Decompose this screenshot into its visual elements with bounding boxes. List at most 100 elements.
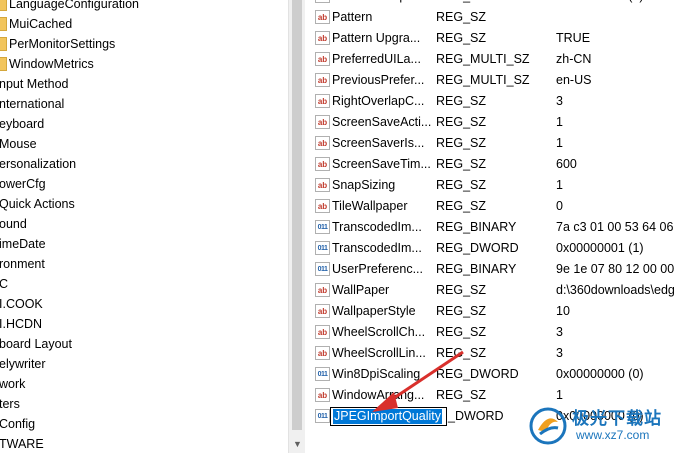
- string-value-icon: ab: [315, 94, 330, 108]
- value-name: WheelScrollLin...: [332, 346, 426, 360]
- rename-value-input[interactable]: JPEGImportQuality: [330, 407, 447, 426]
- value-name: UserPreferenc...: [332, 262, 424, 276]
- registry-value-row[interactable]: ab WallPaper REG_SZ d:\360downloads\edg: [305, 280, 681, 301]
- tree-item-label: I.HCDN: [0, 317, 43, 331]
- value-data: 3: [556, 325, 563, 339]
- value-name: ScreenSaverIs...: [332, 136, 425, 150]
- rename-value-selected-text: JPEGImportQuality: [333, 409, 442, 424]
- value-type: REG_SZ: [436, 199, 487, 213]
- registry-value-row[interactable]: ab WheelScrollCh... REG_SZ 3: [305, 322, 681, 343]
- registry-value-row[interactable]: ab ScreenSaverIs... REG_SZ 1: [305, 133, 681, 154]
- watermark-title: 极光下载站: [572, 409, 662, 428]
- tree-item-label: elywriter: [0, 357, 46, 371]
- value-name: TranscodedIm...: [332, 220, 422, 234]
- binary-value-icon: 011: [315, 241, 330, 255]
- tree-item-label: eyboard: [0, 117, 45, 131]
- registry-value-row[interactable]: ab PreferredUILa... REG_MULTI_SZ zh-CN: [305, 49, 681, 70]
- value-name: PreviousPrefer...: [332, 73, 425, 87]
- registry-value-row[interactable]: ab ScreenSaveActi... REG_SZ 1: [305, 112, 681, 133]
- string-value-icon: ab: [315, 325, 330, 339]
- tree-item-label: owerCfg: [0, 177, 46, 191]
- registry-value-row[interactable]: 011 Win8DpiScaling REG_DWORD 0x00000000 (0): [305, 364, 681, 385]
- string-value-icon: ab: [315, 136, 330, 150]
- registry-value-row[interactable]: ab ScreenSaveTim... REG_SZ 600: [305, 154, 681, 175]
- value-name: TranscodedIm...: [332, 241, 422, 255]
- value-name: Pattern Upgra...: [332, 31, 421, 45]
- value-data: 1: [556, 178, 563, 192]
- value-type: REG_DWORD: [436, 241, 519, 255]
- registry-value-row[interactable]: 011 UserPreferenc... REG_BINARY 9e 1e 07 80…: [305, 259, 681, 280]
- value-type: REG_SZ: [436, 388, 487, 402]
- value-name: SnapSizing: [332, 178, 396, 192]
- value-data: 10: [556, 304, 570, 318]
- value-data: 1: [556, 136, 563, 150]
- tree-scrollbar[interactable]: ▼: [288, 0, 305, 453]
- registry-value-row[interactable]: ab PreviousPrefer... REG_MULTI_SZ en-US: [305, 70, 681, 91]
- registry-value-row[interactable]: 011 TranscodedIm... REG_DWORD 0x00000001 (1…: [305, 238, 681, 259]
- registry-value-row[interactable]: ab WallpaperStyle REG_SZ 10: [305, 301, 681, 322]
- value-data: en-US: [556, 73, 592, 87]
- value-name: ScreenSaveTim...: [332, 157, 431, 171]
- string-value-icon: ab: [315, 199, 330, 213]
- binary-value-icon: 011: [315, 409, 330, 423]
- value-data: d:\360downloads\edg: [556, 283, 675, 297]
- string-value-icon: ab: [315, 346, 330, 360]
- registry-value-row[interactable]: ab TileWallpaper REG_SZ 0: [305, 196, 681, 217]
- value-name: PreferredUILa...: [332, 52, 421, 66]
- registry-value-row[interactable]: abPaintDesktopVe REG_DWORD 0x00000000 (0): [305, 0, 681, 7]
- string-value-icon: ab: [315, 0, 330, 3]
- binary-value-icon: 011: [315, 367, 330, 381]
- tree-item-label: ters: [0, 397, 20, 411]
- watermark-url: www.xz7.com: [576, 428, 650, 442]
- value-name: Pattern: [332, 10, 373, 24]
- value-data: 3: [556, 94, 563, 108]
- value-name: Win8DpiScaling: [332, 367, 421, 381]
- tree-item-label: work: [0, 377, 26, 391]
- value-type: REG_SZ: [436, 94, 487, 108]
- tree-item-label: ronment: [0, 257, 45, 271]
- value-type: REG_SZ: [436, 178, 487, 192]
- registry-values-list[interactable]: abPaintDesktopVeREG_DWORD0x00000000 (0)a…: [305, 0, 681, 453]
- registry-key-tree[interactable]: LanguageConfiguration MuiCached PerMonitor…: [0, 0, 288, 453]
- tree-item-label: Mouse: [0, 137, 37, 151]
- value-type: REG_MULTI_SZ: [436, 73, 530, 87]
- value-type: REG_SZ: [436, 325, 487, 339]
- tree-item-label: ound: [0, 217, 27, 231]
- value-name: PaintDesktopVe: [332, 0, 432, 7]
- string-value-icon: ab: [315, 115, 330, 129]
- value-name: TileWallpaper: [332, 199, 408, 213]
- value-data: zh-CN: [556, 52, 592, 66]
- registry-value-row[interactable]: ab Pattern REG_SZ: [305, 7, 681, 28]
- string-value-icon: ab: [315, 283, 330, 297]
- tree-item-label: I.COOK: [0, 297, 43, 311]
- registry-value-row[interactable]: ab Pattern Upgra... REG_SZ TRUE: [305, 28, 681, 49]
- value-name: WindowArrang...: [332, 388, 425, 402]
- value-type: REG_SZ: [436, 10, 487, 24]
- string-value-icon: ab: [315, 73, 330, 87]
- tree-item-label: ersonalization: [0, 157, 77, 171]
- tree-item-label: board Layout: [0, 337, 72, 351]
- folder-icon: [0, 0, 7, 11]
- value-name: WheelScrollCh...: [332, 325, 426, 339]
- tree-item-label: Quick Actions: [0, 197, 75, 211]
- value-type: REG_SZ: [436, 136, 487, 150]
- value-type: REG_SZ: [436, 283, 487, 297]
- registry-value-row[interactable]: ab SnapSizing REG_SZ 1: [305, 175, 681, 196]
- registry-value-row[interactable]: ab RightOverlapC... REG_SZ 3: [305, 91, 681, 112]
- value-type: REG_SZ: [436, 31, 487, 45]
- tree-item-label: imeDate: [0, 237, 46, 251]
- registry-value-row[interactable]: ab WheelScrollLin... REG_SZ 3: [305, 343, 681, 364]
- tree-item-label: nput Method: [0, 77, 69, 91]
- tree-item-label: WindowMetrics: [9, 57, 94, 71]
- tree-scrollbar-thumb[interactable]: [292, 0, 302, 430]
- value-type: REG_BINARY: [436, 262, 517, 276]
- tree-item-label: Config: [0, 417, 36, 431]
- scroll-down-arrow-icon[interactable]: ▼: [289, 436, 306, 453]
- tree-item-label: nternational: [0, 97, 65, 111]
- binary-value-icon: 011: [315, 262, 330, 276]
- value-data: 600: [556, 157, 577, 171]
- binary-value-icon: 011: [315, 220, 330, 234]
- value-data: 7a c3 01 00 53 64 06: [556, 220, 674, 234]
- string-value-icon: ab: [315, 304, 330, 318]
- registry-value-row[interactable]: 011 TranscodedIm... REG_BINARY 7a c3 01 00 …: [305, 217, 681, 238]
